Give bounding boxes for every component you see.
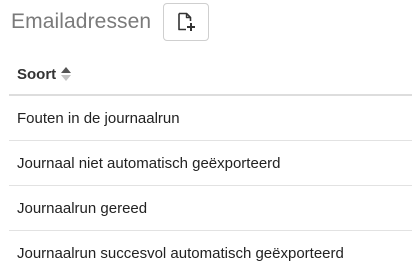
add-email-button[interactable] (163, 3, 210, 41)
sort-asc-icon[interactable] (61, 67, 72, 81)
email-types-table: Soort Fouten in de journaalrun Journaal … (9, 54, 412, 276)
row-label: Journaal niet automatisch geëxporteerd (17, 154, 281, 172)
row-label: Journaalrun succesvol automatisch geëxpo… (17, 245, 344, 262)
table-row[interactable]: Journaalrun succesvol automatisch geëxpo… (9, 231, 412, 276)
column-header-soort[interactable]: Soort (17, 66, 56, 83)
header: Emailadressen (11, 2, 210, 42)
new-document-icon (178, 12, 196, 31)
table-row[interactable]: Journaalrun gereed (9, 186, 412, 231)
table-header: Soort (9, 54, 412, 96)
page: Emailadressen Soort Fouten in de journaa… (0, 0, 412, 277)
table-row[interactable]: Fouten in de journaalrun (9, 96, 412, 141)
row-label: Journaalrun gereed (17, 199, 148, 217)
table-row[interactable]: Journaal niet automatisch geëxporteerd (9, 141, 412, 186)
row-label: Fouten in de journaalrun (17, 109, 180, 127)
page-title: Emailadressen (11, 10, 152, 33)
